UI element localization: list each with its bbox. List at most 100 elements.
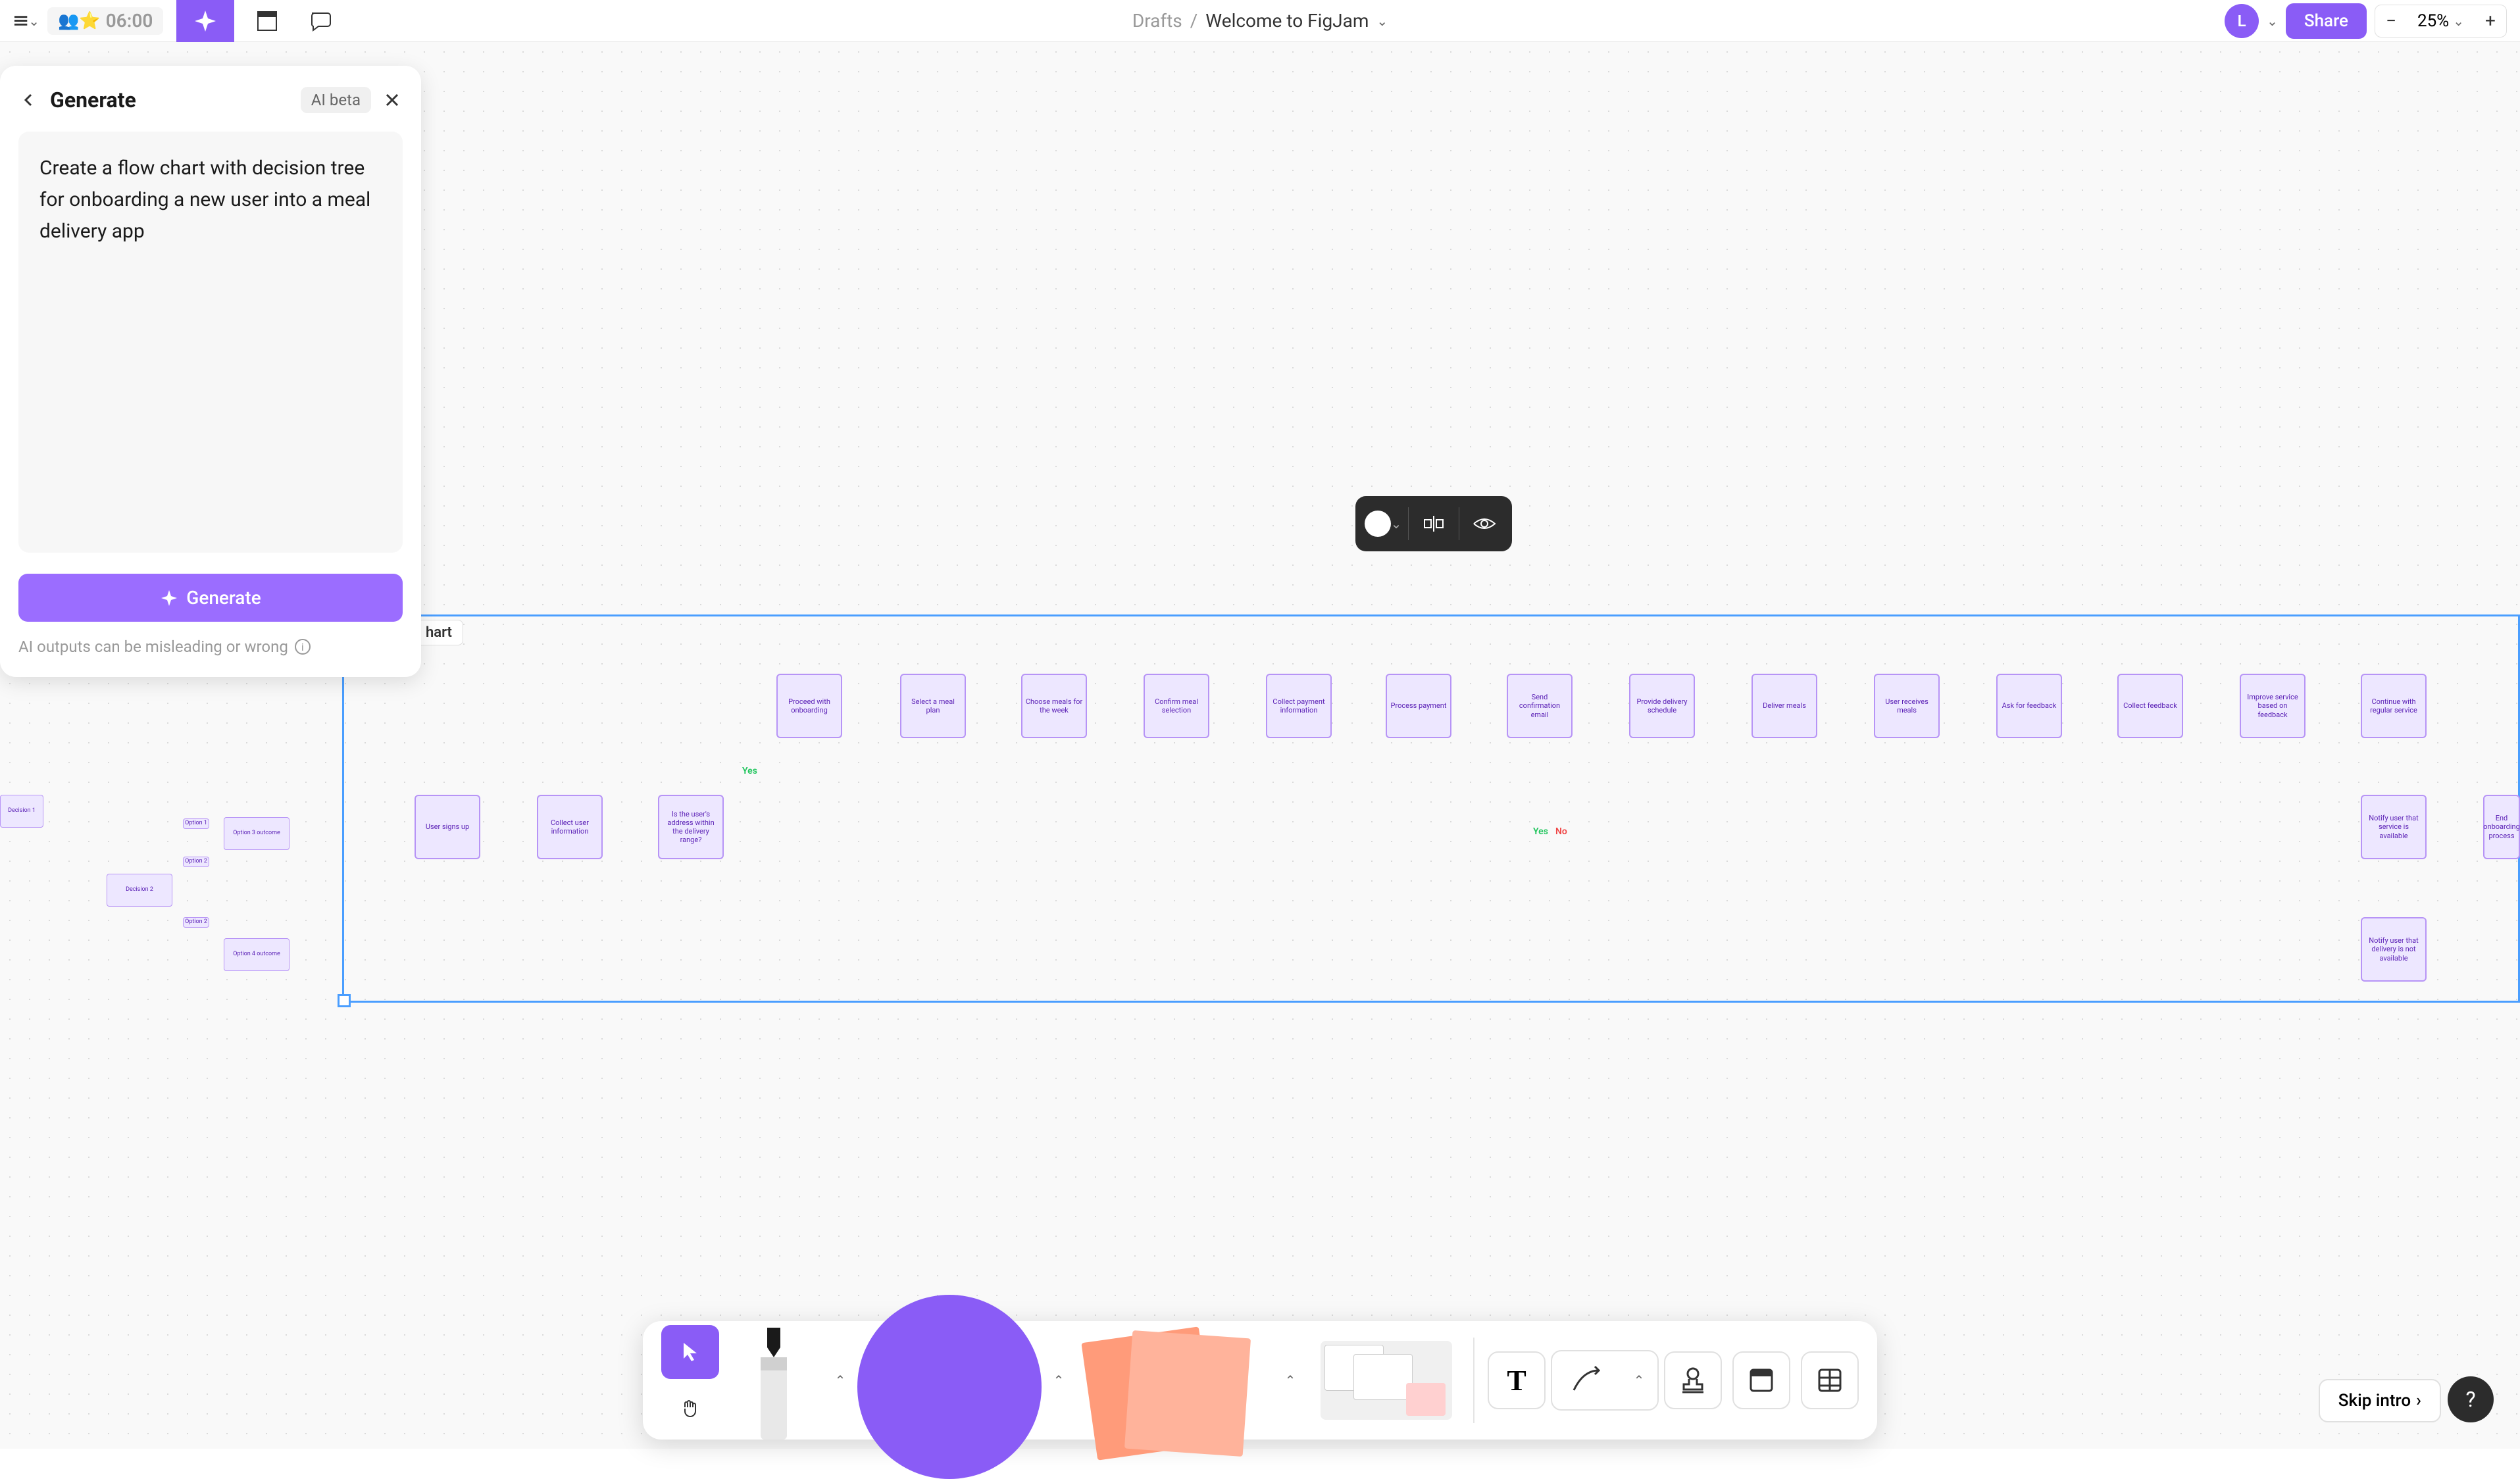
cursor-icon xyxy=(678,1340,702,1364)
mini-flow-node[interactable]: Option 1 xyxy=(183,818,209,829)
help-button[interactable]: ? xyxy=(2448,1376,2494,1422)
prompt-input-area[interactable]: Create a flow chart with decision tree f… xyxy=(18,132,403,553)
marker-icon xyxy=(744,1321,803,1440)
prompt-text[interactable]: Create a flow chart with decision tree f… xyxy=(39,153,382,247)
avatar-chevron-icon[interactable]: ⌄ xyxy=(2267,13,2278,29)
chevron-up-icon: ⌃ xyxy=(835,1372,846,1388)
section-icon xyxy=(255,9,279,33)
flow-node[interactable]: Proceed with onboarding xyxy=(776,674,842,738)
rename-icon xyxy=(1421,511,1447,537)
flow-node[interactable]: Continue with regular service xyxy=(2361,674,2427,738)
flow-node[interactable]: Select a meal plan xyxy=(900,674,966,738)
skip-intro-button[interactable]: Skip intro › xyxy=(2319,1379,2441,1422)
flow-node[interactable]: Collect user information xyxy=(537,795,603,859)
mini-flow-node[interactable]: Option 2 xyxy=(183,857,209,867)
flow-node[interactable]: Collect feedback xyxy=(2117,674,2183,738)
flow-node[interactable]: Provide delivery schedule xyxy=(1629,674,1695,738)
select-tool[interactable] xyxy=(661,1325,719,1379)
bottom-toolbar: ⌃ ⌃ ⌃ T ⌃ xyxy=(643,1321,1877,1440)
zoom-controls: − 25% ⌄ + xyxy=(2375,5,2507,38)
flow-node[interactable]: Choose meals for the week xyxy=(1021,674,1087,738)
section-tool[interactable] xyxy=(247,1,287,41)
text-tool[interactable]: T xyxy=(1488,1351,1546,1409)
flow-node[interactable]: Collect payment information xyxy=(1266,674,1332,738)
yes-label: Yes xyxy=(742,766,757,776)
comment-icon xyxy=(308,9,332,33)
context-toolbar: ⌄ xyxy=(1355,496,1512,551)
zoom-out-button[interactable]: − xyxy=(2375,5,2407,37)
table-icon xyxy=(1815,1366,1844,1395)
chevron-up-icon: ⌃ xyxy=(1634,1372,1645,1388)
widget-tool[interactable] xyxy=(1307,1334,1465,1426)
breadcrumb-parent[interactable]: Drafts xyxy=(1132,10,1182,32)
flow-node[interactable]: Confirm meal selection xyxy=(1144,674,1209,738)
circle-shape-icon xyxy=(857,1295,1042,1479)
selection-handle[interactable] xyxy=(338,994,351,1007)
marker-expand-button[interactable]: ⌃ xyxy=(827,1367,853,1393)
chevron-down-icon[interactable]: ⌄ xyxy=(1376,13,1388,29)
hand-tool[interactable] xyxy=(661,1382,719,1436)
share-button[interactable]: Share xyxy=(2286,3,2367,39)
sticky-note-tool[interactable] xyxy=(1089,1334,1273,1440)
figma-menu-button[interactable]: ⌄ xyxy=(13,8,39,34)
flow-node[interactable]: Notify user that service is available xyxy=(2361,795,2427,859)
comment-tool[interactable] xyxy=(300,1,340,41)
flow-node[interactable]: Deliver meals xyxy=(1751,674,1817,738)
rename-button[interactable] xyxy=(1414,504,1453,543)
generate-button[interactable]: Generate xyxy=(18,574,403,622)
sticky-expand-button[interactable]: ⌃ xyxy=(1277,1367,1303,1393)
hand-icon xyxy=(678,1397,702,1420)
topbar-left: ⌄ 👥⭐ 06:00 xyxy=(13,0,340,42)
shape-expand-button[interactable]: ⌃ xyxy=(1046,1367,1072,1393)
sparkle-icon xyxy=(192,8,218,34)
connector-tool[interactable] xyxy=(1557,1351,1615,1409)
visibility-button[interactable] xyxy=(1465,504,1504,543)
flow-node[interactable]: Process payment xyxy=(1386,674,1451,738)
eye-icon xyxy=(1471,511,1498,537)
breadcrumb-title[interactable]: Welcome to FigJam xyxy=(1205,10,1369,32)
mini-flow-node[interactable]: Option 3 outcome xyxy=(224,817,290,850)
chevron-down-icon: ⌄ xyxy=(2453,13,2464,29)
template-icon xyxy=(1747,1366,1776,1395)
info-icon[interactable]: i xyxy=(295,639,311,655)
marker-tool[interactable] xyxy=(724,1321,823,1440)
close-button[interactable] xyxy=(382,89,403,111)
color-picker-button[interactable]: ⌄ xyxy=(1363,504,1403,543)
timer-widget[interactable]: 👥⭐ 06:00 xyxy=(47,7,163,35)
mini-flow-node[interactable]: Option 4 outcome xyxy=(224,938,290,971)
flow-node[interactable]: Send confirmation email xyxy=(1507,674,1573,738)
mini-flow-node[interactable]: Option 2 xyxy=(183,917,209,928)
zoom-in-button[interactable]: + xyxy=(2475,5,2506,37)
back-button[interactable] xyxy=(18,89,39,111)
panel-header: Generate AI beta xyxy=(18,87,403,113)
topbar-right: L ⌄ Share − 25% ⌄ + xyxy=(2225,3,2507,39)
shape-tool[interactable] xyxy=(857,1321,1042,1440)
table-tool[interactable] xyxy=(1801,1351,1859,1409)
timer-value: 06:00 xyxy=(106,10,153,32)
zoom-level-display[interactable]: 25% ⌄ xyxy=(2407,11,2475,31)
flow-node[interactable]: Notify user that delivery is not availab… xyxy=(2361,917,2427,982)
connector-tool-group: ⌃ xyxy=(1551,1350,1659,1411)
stamp-icon xyxy=(1678,1366,1707,1395)
chevron-right-icon: › xyxy=(2416,1391,2421,1411)
flow-node[interactable]: Ask for feedback xyxy=(1996,674,2062,738)
template-tool[interactable] xyxy=(1732,1351,1790,1409)
chevron-up-icon: ⌃ xyxy=(1285,1372,1296,1388)
user-avatar[interactable]: L xyxy=(2225,4,2259,38)
connector-expand-button[interactable]: ⌃ xyxy=(1626,1351,1652,1409)
ai-generate-tool[interactable] xyxy=(176,0,234,42)
no-label: No xyxy=(1555,826,1567,837)
sparkle-icon xyxy=(160,589,178,607)
flow-node[interactable]: End onboarding process xyxy=(2483,795,2520,859)
yes-label: Yes xyxy=(1533,826,1548,837)
flow-node[interactable]: User receives meals xyxy=(1874,674,1940,738)
divider xyxy=(1473,1338,1474,1423)
cursor-tool-group xyxy=(656,1317,724,1443)
mini-flow-node[interactable]: Decision 1 xyxy=(0,795,43,828)
mini-flow-node[interactable]: Decision 2 xyxy=(107,874,172,907)
flow-node[interactable]: Improve service based on feedback xyxy=(2240,674,2306,738)
section-label[interactable]: hart xyxy=(415,620,463,645)
flow-node[interactable]: User signs up xyxy=(415,795,480,859)
flow-node[interactable]: Is the user's address within the deliver… xyxy=(658,795,724,859)
stamp-tool[interactable] xyxy=(1664,1351,1722,1409)
